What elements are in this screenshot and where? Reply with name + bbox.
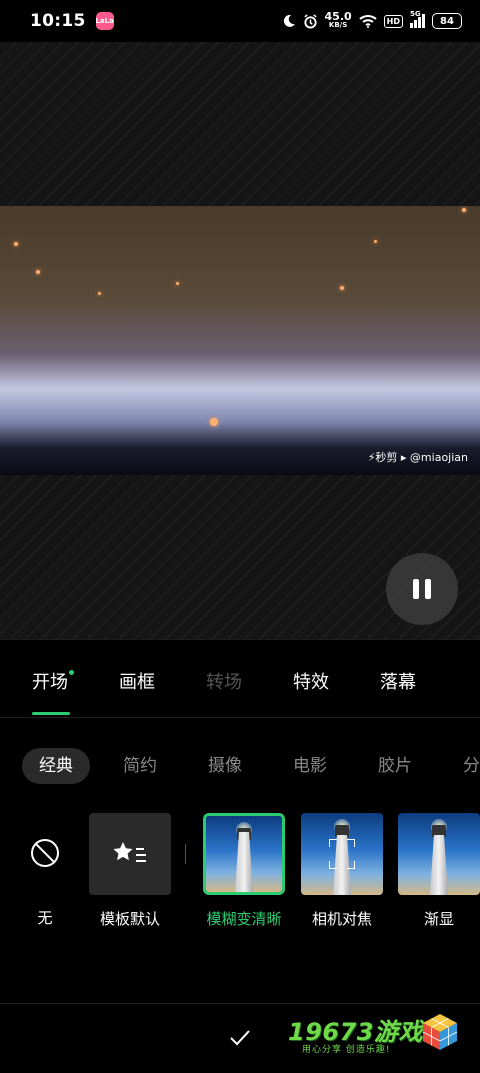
effect-fade-in[interactable]: 渐显 — [398, 813, 480, 928]
effect-blur-to-clear-label: 模糊变清晰 — [206, 910, 282, 928]
spark — [462, 208, 466, 212]
moon-icon — [283, 14, 295, 27]
tab-bar: 开场 画框 转场 特效 落幕 — [0, 668, 480, 704]
category-classic[interactable]: 经典 — [22, 748, 90, 784]
cell-signal-icon: 5G — [410, 10, 425, 28]
effect-blur-to-clear[interactable]: 模糊变清晰 — [203, 813, 285, 928]
effect-camera-focus[interactable]: 相机对焦 — [301, 813, 383, 928]
divider — [0, 717, 480, 718]
effect-template-default-label: 模板默认 — [99, 910, 160, 928]
new-dot — [69, 670, 74, 675]
app-notification-icon: LaLa — [95, 12, 114, 30]
category-bar: 经典 简约 摄像 电影 胶片 分 — [0, 748, 480, 784]
effect-camera-focus-label: 相机对焦 — [311, 910, 372, 928]
brand-slogan: 用心分享 创造乐趣! — [302, 1045, 391, 1055]
effect-none-label: 无 — [37, 909, 53, 927]
tab-ending[interactable]: 落幕 — [380, 668, 416, 694]
video-watermark: ⚡秒剪 ▸ @miaojian — [367, 451, 468, 464]
tab-transition[interactable]: 转场 — [206, 668, 242, 694]
alarm-icon — [303, 13, 317, 29]
spark — [36, 270, 40, 274]
divider — [0, 639, 480, 640]
category-simple[interactable]: 简约 — [123, 748, 157, 784]
checkmark-icon[interactable] — [226, 1024, 254, 1052]
category-film[interactable]: 胶片 — [378, 748, 412, 784]
spark — [374, 240, 377, 243]
brand-watermark: 19673游戏 用心分享 创造乐趣! — [288, 1012, 468, 1064]
active-tab-indicator — [32, 712, 70, 715]
separator — [185, 844, 186, 864]
star-list-icon — [113, 842, 146, 862]
effect-template-default[interactable]: 模板默认 — [89, 813, 171, 928]
category-partial[interactable]: 分 — [463, 748, 480, 784]
battery-indicator: 84 — [432, 13, 462, 29]
status-icons: 45.0 KB/S HD 5G 84 — [282, 10, 462, 30]
spark — [98, 292, 101, 295]
tab-effects[interactable]: 特效 — [293, 668, 329, 694]
pause-icon — [413, 579, 419, 599]
cube-logo-icon — [422, 1014, 458, 1050]
category-movie[interactable]: 电影 — [293, 748, 327, 784]
category-camera[interactable]: 摄像 — [208, 748, 242, 784]
lighthouse-thumb — [398, 813, 480, 895]
lighthouse-thumb — [203, 813, 285, 895]
lighthouse-focus-thumb — [301, 813, 383, 895]
spark — [176, 282, 179, 285]
spark — [14, 242, 18, 246]
spark — [340, 286, 344, 290]
status-bar: 10:15 LaLa 45.0 KB/S HD 5G 84 — [0, 0, 480, 42]
spark — [210, 418, 218, 426]
tab-frame[interactable]: 画框 — [119, 668, 155, 694]
wifi-icon — [358, 15, 377, 28]
hd-icon: HD — [383, 14, 403, 28]
pause-button[interactable] — [386, 553, 458, 625]
none-icon[interactable] — [31, 839, 59, 867]
status-time: 10:15 — [30, 11, 86, 31]
net-speed: 45.0 KB/S — [324, 10, 352, 29]
effect-fade-in-label: 渐显 — [423, 910, 454, 928]
divider — [0, 1003, 480, 1004]
tab-opening[interactable]: 开场 — [32, 668, 74, 694]
video-frame[interactable]: ⚡秒剪 ▸ @miaojian — [0, 206, 480, 475]
